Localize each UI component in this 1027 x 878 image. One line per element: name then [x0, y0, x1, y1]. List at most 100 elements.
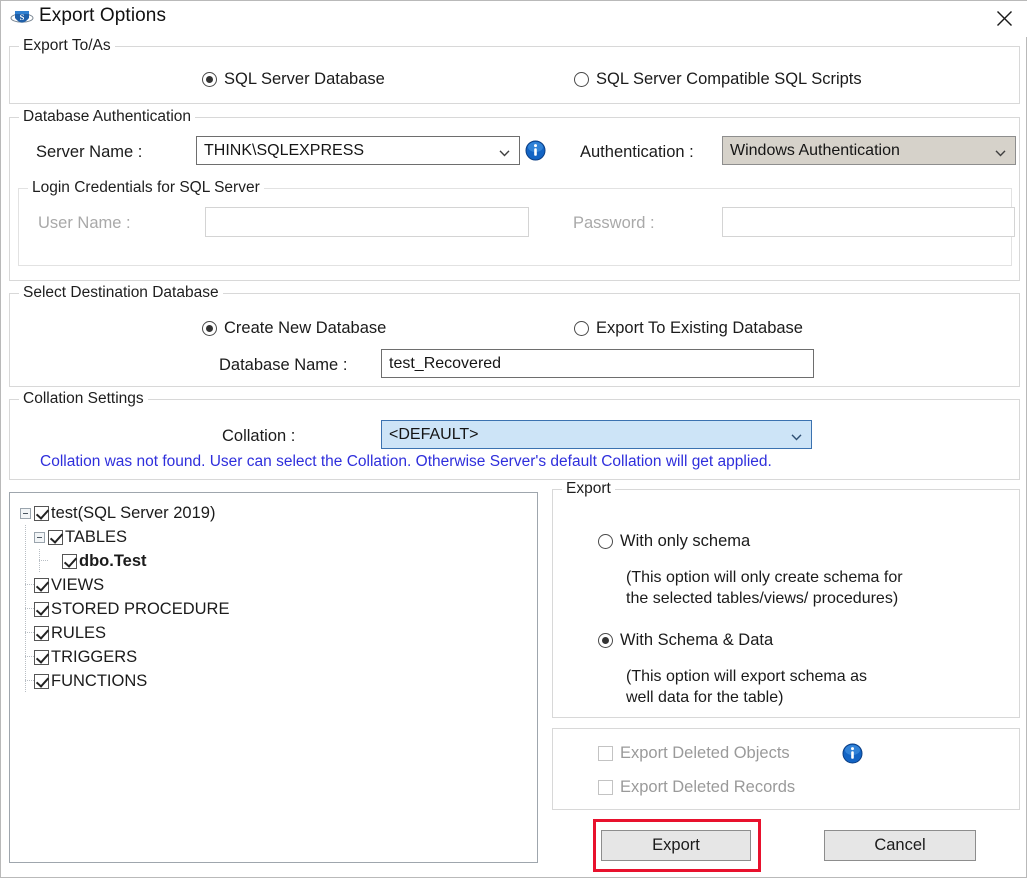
database-name-value: test_Recovered [389, 354, 502, 372]
chevron-down-icon [791, 429, 802, 441]
tree-connector [20, 549, 34, 573]
close-icon[interactable] [980, 1, 1027, 35]
radio-indicator [598, 534, 613, 549]
checkbox-export-deleted-objects[interactable]: Export Deleted Objects [598, 744, 790, 763]
tree-node-views[interactable]: VIEWS [16, 573, 537, 597]
radio-label: Export To Existing Database [596, 319, 803, 337]
login-credentials-group: Login Credentials for SQL Server User Na… [18, 179, 1015, 266]
info-icon[interactable] [525, 140, 546, 161]
destination-database-group: Select Destination Database Create New D… [9, 284, 1020, 387]
chevron-down-icon [499, 145, 510, 157]
tree-node-label: TABLES [65, 527, 128, 546]
svg-text:S: S [20, 12, 25, 22]
collation-note: Collation was not found. User can select… [40, 453, 772, 470]
authentication-value: Windows Authentication [730, 141, 900, 159]
radio-label: Create New Database [224, 319, 387, 337]
tree-connector [20, 621, 34, 645]
collation-combo[interactable]: <DEFAULT> [381, 420, 812, 449]
tree-checkbox[interactable] [34, 505, 49, 521]
radio-export-to-existing-database[interactable]: Export To Existing Database [574, 319, 803, 338]
database-name-label: Database Name : [219, 356, 348, 374]
authentication-combo[interactable]: Windows Authentication [722, 136, 1016, 165]
authentication-label: Authentication : [580, 143, 694, 161]
password-input[interactable] [722, 207, 1015, 237]
tree-node-label: RULES [51, 623, 107, 642]
tree-connector [20, 525, 34, 549]
radio-indicator [202, 72, 217, 87]
cancel-button-label: Cancel [874, 836, 926, 854]
tree-node-label: TRIGGERS [51, 647, 138, 666]
info-icon[interactable] [842, 743, 863, 764]
tree-connector [20, 597, 34, 621]
export-to-as-group: Export To/As SQL Server Database SQL Ser… [9, 37, 1020, 104]
user-name-input[interactable] [205, 207, 529, 237]
tree-node-stored-procedure[interactable]: STORED PROCEDURE [16, 597, 537, 621]
tree-node-label: STORED PROCEDURE [51, 599, 230, 618]
radio-create-new-database[interactable]: Create New Database [202, 319, 386, 338]
tree-checkbox[interactable] [34, 673, 49, 689]
tree-node-triggers[interactable]: TRIGGERS [16, 645, 537, 669]
deleted-options-group: Export Deleted Objects Export Deleted Re… [552, 728, 1020, 810]
tree-node-functions[interactable]: FUNCTIONS [16, 669, 537, 693]
radio-label: With only schema [620, 532, 751, 550]
collation-label: Collation : [222, 427, 296, 445]
checkbox-indicator [598, 746, 613, 761]
tree-connector [20, 573, 34, 597]
object-tree: test(SQL Server 2019) TABLES dbo.Test VI… [10, 493, 537, 693]
server-name-combo[interactable]: THINK\SQLEXPRESS [196, 136, 520, 165]
tree-connector [20, 645, 34, 669]
tree-connector [20, 669, 34, 693]
database-authentication-group: Database Authentication Server Name : TH… [9, 108, 1020, 281]
window-title: Export Options [39, 5, 167, 26]
tree-node-label: dbo.Test [79, 551, 147, 570]
schema-and-data-description: (This option will export schema as well … [626, 668, 867, 706]
user-name-label: User Name : [38, 214, 131, 232]
title-bar: S Export Options [1, 1, 1027, 37]
database-authentication-legend: Database Authentication [19, 108, 196, 126]
radio-sql-compatible-scripts[interactable]: SQL Server Compatible SQL Scripts [574, 70, 862, 89]
export-mode-group: Export With only schema (This option wil… [552, 480, 1020, 718]
tree-checkbox[interactable] [62, 553, 77, 569]
export-to-as-legend: Export To/As [19, 37, 115, 55]
tree-connector [34, 549, 48, 573]
radio-sql-server-database[interactable]: SQL Server Database [202, 70, 385, 89]
tree-node-tables[interactable]: TABLES [16, 525, 537, 549]
tree-checkbox[interactable] [34, 601, 49, 617]
export-button[interactable]: Export [601, 830, 751, 861]
tree-checkbox[interactable] [34, 649, 49, 665]
tree-node-label: FUNCTIONS [51, 671, 148, 690]
export-button-label: Export [652, 836, 700, 854]
tree-checkbox[interactable] [34, 625, 49, 641]
tree-node-test[interactable]: test(SQL Server 2019) [16, 501, 537, 525]
checkbox-label: Export Deleted Records [620, 778, 796, 796]
radio-indicator [598, 633, 613, 648]
export-options-dialog: S Export Options Export To/As SQL Server… [0, 0, 1027, 878]
radio-with-schema-and-data[interactable]: With Schema & Data [598, 631, 773, 650]
radio-label: SQL Server Compatible SQL Scripts [596, 70, 862, 88]
server-name-value: THINK\SQLEXPRESS [204, 141, 365, 159]
radio-with-only-schema[interactable]: With only schema [598, 532, 750, 551]
collation-settings-legend: Collation Settings [19, 390, 148, 408]
radio-label: With Schema & Data [620, 631, 774, 649]
chevron-down-icon [995, 145, 1006, 157]
checkbox-export-deleted-records[interactable]: Export Deleted Records [598, 778, 795, 797]
tree-node-label: test(SQL Server 2019) [51, 503, 216, 522]
collapse-toggle-icon[interactable] [20, 507, 31, 519]
object-tree-panel[interactable]: test(SQL Server 2019) TABLES dbo.Test VI… [9, 492, 538, 863]
tree-checkbox[interactable] [34, 577, 49, 593]
export-mode-legend: Export [562, 480, 615, 498]
tree-node-dbo-test[interactable]: dbo.Test [16, 549, 537, 573]
database-name-input[interactable]: test_Recovered [381, 349, 814, 378]
collapse-toggle-icon[interactable] [34, 531, 45, 543]
cancel-button[interactable]: Cancel [824, 830, 976, 861]
login-credentials-legend: Login Credentials for SQL Server [28, 179, 264, 197]
tree-node-rules[interactable]: RULES [16, 621, 537, 645]
password-label: Password : [573, 214, 655, 232]
checkbox-indicator [598, 780, 613, 795]
destination-database-legend: Select Destination Database [19, 284, 223, 302]
tree-node-label: VIEWS [51, 575, 105, 594]
schema-only-description: (This option will only create schema for… [626, 569, 903, 607]
shield-s-logo-icon: S [10, 7, 34, 31]
tree-checkbox[interactable] [48, 529, 63, 545]
checkbox-label: Export Deleted Objects [620, 744, 790, 762]
